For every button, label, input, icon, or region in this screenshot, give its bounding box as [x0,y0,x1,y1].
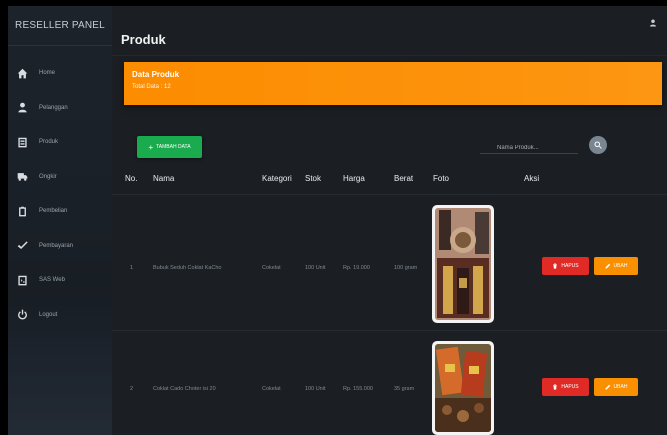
search-field [480,136,578,157]
header-nama: Nama [153,174,175,183]
cell-berat: 100 gram [394,265,418,271]
sidebar: RESELLER PANEL Home Pelanggan Produk Ong… [8,6,112,435]
table-header: No. Nama Kategori Stok Harga Berat Foto … [112,174,667,194]
banner-title: Data Produk [132,70,180,79]
trash-icon [553,263,558,269]
sidebar-nav: Home Pelanggan Produk Ongkir Pembelian P… [8,56,112,332]
sidebar-item-label: Produk [39,139,59,146]
data-produk-banner: Data Produk Total Data : 12 [124,62,662,105]
web-icon [15,273,29,287]
top-bar: Produk [112,6,667,56]
sidebar-item-label: Ongkir [39,173,57,180]
plus-icon: + [148,142,154,152]
sidebar-item-produk[interactable]: Produk [8,125,112,160]
header-harga: Harga [343,174,365,183]
brand-title: RESELLER PANEL [8,6,112,46]
delete-label: HAPUS [561,384,579,390]
cell-no: 1 [130,265,134,271]
header-aksi: Aksi [524,174,540,183]
cell-harga: Rp. 19.000 [343,265,370,271]
pencil-icon [604,384,610,390]
cell-nama: Bubuk Seduh Coklat KaCho [153,265,222,271]
delete-button[interactable]: HAPUS [542,257,589,275]
product-photo-image [435,344,491,432]
table-row: 2 Coklat Cado Choter isi 20 Cokelat 100 … [112,330,667,435]
edit-button[interactable]: UBAH [594,378,638,396]
clipboard-icon [15,204,29,218]
sidebar-item-home[interactable]: Home [8,56,112,91]
sidebar-item-label: SAS Web [39,277,65,284]
cell-kategori: Cokelat [262,265,281,271]
sidebar-item-logout[interactable]: Logout [8,298,112,333]
search-input[interactable] [480,139,578,157]
trash-icon [553,384,558,390]
search-icon [594,141,602,149]
app-frame: RESELLER PANEL Home Pelanggan Produk Ong… [0,0,667,435]
header-foto: Foto [433,174,450,183]
add-product-label: TAMBAH DATA [156,144,191,150]
edit-button[interactable]: UBAH [594,257,638,275]
sidebar-item-label: Pembelian [39,208,68,215]
edit-label: UBAH [613,263,628,269]
header-berat: Berat [394,174,414,183]
add-product-button[interactable]: + TAMBAH DATA [137,136,202,158]
product-photo-image [435,208,491,320]
cell-nama: Coklat Cado Choter isi 20 [153,386,216,392]
cell-stok: 100 Unit [305,265,326,271]
table-row: 1 Bubuk Seduh Coklat KaCho Cokelat 100 U… [112,194,667,330]
user-menu-icon[interactable] [649,14,657,27]
sidebar-item-label: Pembayaran [39,242,74,249]
cell-no: 2 [130,386,134,392]
home-icon [15,66,29,80]
delete-label: HAPUS [561,263,579,269]
user-icon [15,101,29,115]
search-button[interactable] [589,136,607,154]
cell-kategori: Cokelat [262,386,281,392]
sidebar-item-pembayaran[interactable]: Pembayaran [8,229,112,264]
header-no: No. [125,174,138,183]
delete-button[interactable]: HAPUS [542,378,589,396]
product-icon [15,135,29,149]
cell-berat: 35 gram [394,386,415,392]
pencil-icon [604,263,610,269]
header-stok: Stok [305,174,322,183]
cell-stok: 100 Unit [305,386,326,392]
product-photo [432,205,494,323]
sidebar-item-pembelian[interactable]: Pembelian [8,194,112,229]
header-kategori: Kategori [262,174,292,183]
sidebar-item-label: Logout [39,311,58,318]
page-title: Produk [121,32,166,47]
power-icon [15,308,29,322]
sidebar-item-sas-web[interactable]: SAS Web [8,263,112,298]
product-photo [432,341,494,435]
sidebar-item-pelanggan[interactable]: Pelanggan [8,91,112,126]
check-icon [15,239,29,253]
main-content: Produk Data Produk Total Data : 12 + TAM… [112,6,667,435]
edit-label: UBAH [613,384,628,390]
sidebar-item-label: Pelanggan [39,104,68,111]
sidebar-item-ongkir[interactable]: Ongkir [8,160,112,195]
sidebar-item-label: Home [39,70,56,77]
truck-icon [15,170,29,184]
cell-harga: Rp. 155.000 [343,386,373,392]
total-data-label: Total Data : 12 [132,84,171,90]
